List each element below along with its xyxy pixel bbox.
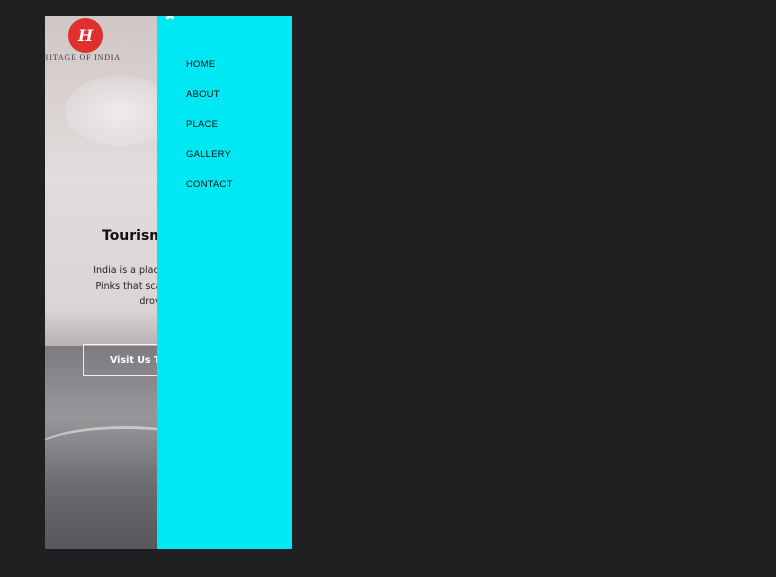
brand-name: HERITAGE OF INDIA [45, 53, 121, 62]
hero-title: Tourism [102, 228, 164, 244]
brand-logo[interactable]: H [68, 18, 103, 53]
mobile-viewport: H HERITAGE OF INDIA Tourism India is a p… [45, 16, 292, 549]
nav-item-gallery[interactable]: GALLERY [186, 149, 233, 179]
nav-item-home[interactable]: HOME [186, 59, 233, 89]
nav-menu: HOME ABOUT PLACE GALLERY CONTACT [186, 59, 233, 209]
close-icon[interactable]: ✖ [163, 16, 177, 24]
nav-item-contact[interactable]: CONTACT [186, 179, 233, 209]
nav-item-place[interactable]: PLACE [186, 119, 233, 149]
nav-item-about[interactable]: ABOUT [186, 89, 233, 119]
logo-letter: H [77, 26, 94, 45]
nav-drawer: ✖ HOME ABOUT PLACE GALLERY CONTACT [157, 16, 292, 549]
